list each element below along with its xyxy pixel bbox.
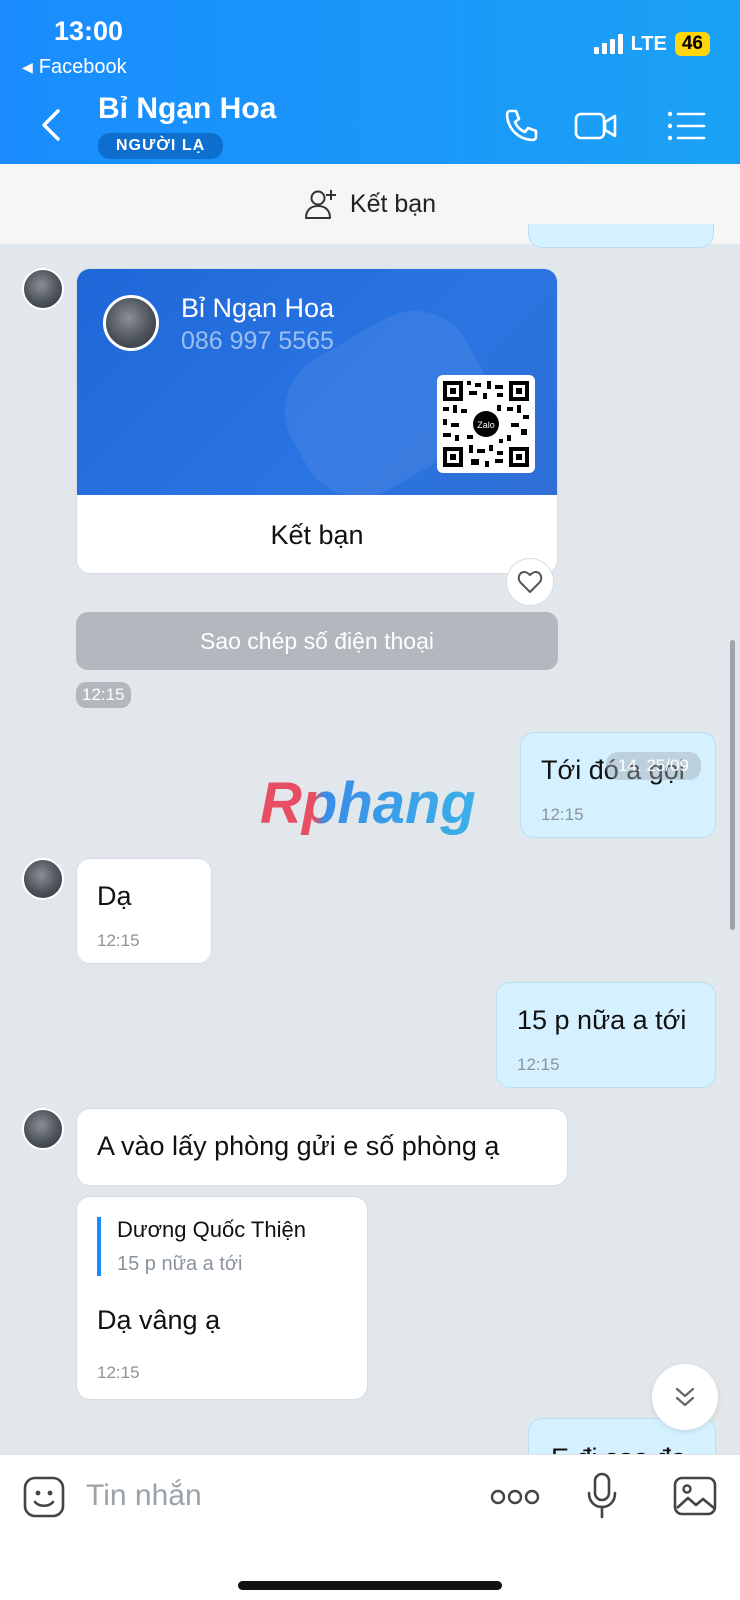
menu-icon[interactable]: [664, 104, 708, 148]
message-time: 12:15: [97, 1363, 140, 1382]
qr-brand-label: Zalo: [477, 420, 495, 430]
watermark-logo: Rphang: [260, 771, 476, 836]
more-options-icon[interactable]: [490, 1487, 540, 1507]
sender-avatar[interactable]: [22, 268, 64, 310]
message-input[interactable]: Tin nhắn: [86, 1479, 202, 1513]
message-text: 15 p nữa a tới: [517, 1005, 687, 1035]
date-overlay: 14. 25/09: [606, 752, 701, 780]
contact-card[interactable]: Bỉ Ngạn Hoa 086 997 5565 Zalo Kết bạn: [76, 268, 558, 574]
chat-header: 13:00 ◀ Facebook LTE 46 Bỉ Ngạn Hoa NGƯỜ…: [0, 0, 740, 164]
video-call-icon[interactable]: [574, 104, 618, 148]
card-add-friend-button[interactable]: Kết bạn: [77, 495, 557, 573]
heart-react-button[interactable]: [506, 558, 554, 606]
quoted-message[interactable]: Dương Quốc Thiện 15 p nữa a tới: [97, 1217, 306, 1276]
contact-name[interactable]: Bỉ Ngạn Hoa: [98, 92, 276, 126]
message-text: Dạ vâng ạ: [97, 1305, 221, 1335]
signal-icon: [593, 34, 623, 54]
message-bubble-incoming[interactable]: Dạ 12:15: [76, 858, 212, 964]
add-friend-icon: [304, 190, 336, 219]
image-icon[interactable]: [672, 1475, 718, 1517]
sender-avatar[interactable]: [22, 1108, 64, 1150]
contact-card-phone: 086 997 5565: [181, 327, 334, 355]
message-bubble-outgoing[interactable]: Tới đó a gọi 12:15: [520, 732, 716, 838]
status-time: 13:00: [54, 16, 124, 46]
message-text: A vào lấy phòng gửi e số phòng ạ: [97, 1131, 500, 1161]
message-bubble-incoming[interactable]: A vào lấy phòng gửi e số phòng ạ: [76, 1108, 568, 1186]
home-indicator[interactable]: [238, 1581, 502, 1590]
contact-card-header: Bỉ Ngạn Hoa 086 997 5565 Zalo: [77, 269, 557, 519]
quoted-text: 15 p nữa a tới: [117, 1253, 243, 1275]
qr-code: Zalo: [437, 375, 535, 473]
back-app-label: Facebook: [38, 56, 127, 78]
card-timestamp: 12:15: [76, 682, 131, 708]
phone-icon[interactable]: [498, 104, 542, 148]
previous-message-bubble: [528, 224, 714, 248]
stranger-badge: NGƯỜI LẠ: [98, 133, 224, 159]
scroll-to-bottom-button[interactable]: [652, 1364, 718, 1430]
message-text: Dạ: [97, 881, 132, 911]
contact-card-name: Bỉ Ngạn Hoa: [181, 293, 335, 323]
battery-icon: 46: [674, 32, 710, 56]
add-friend-label: Kết bạn: [349, 189, 437, 218]
sticker-icon[interactable]: [22, 1475, 66, 1519]
heart-icon: [517, 570, 543, 593]
network-type: LTE: [630, 32, 667, 55]
quoted-sender-name: Dương Quốc Thiện: [117, 1217, 306, 1242]
scrollbar[interactable]: [730, 640, 735, 930]
message-bubble-outgoing[interactable]: 15 p nữa a tới 12:15: [496, 982, 716, 1088]
back-to-app-link[interactable]: ◀ Facebook: [22, 56, 127, 79]
double-chevron-down-icon: [675, 1387, 695, 1407]
microphone-icon[interactable]: [586, 1471, 618, 1521]
message-composer: Tin nhắn: [0, 1454, 740, 1600]
sender-avatar[interactable]: [22, 858, 64, 900]
reply-message-bubble[interactable]: Dương Quốc Thiện 15 p nữa a tới Dạ vâng …: [76, 1196, 368, 1400]
message-time: 12:15: [97, 931, 140, 950]
back-triangle-icon: ◀: [22, 59, 33, 75]
contact-card-avatar: [103, 295, 159, 351]
message-time: 12:15: [517, 1055, 560, 1074]
status-indicators: LTE 46: [593, 32, 710, 56]
message-time: 12:15: [541, 805, 584, 824]
back-icon[interactable]: [36, 105, 66, 145]
copy-phone-button[interactable]: Sao chép số điện thoại: [76, 612, 558, 670]
